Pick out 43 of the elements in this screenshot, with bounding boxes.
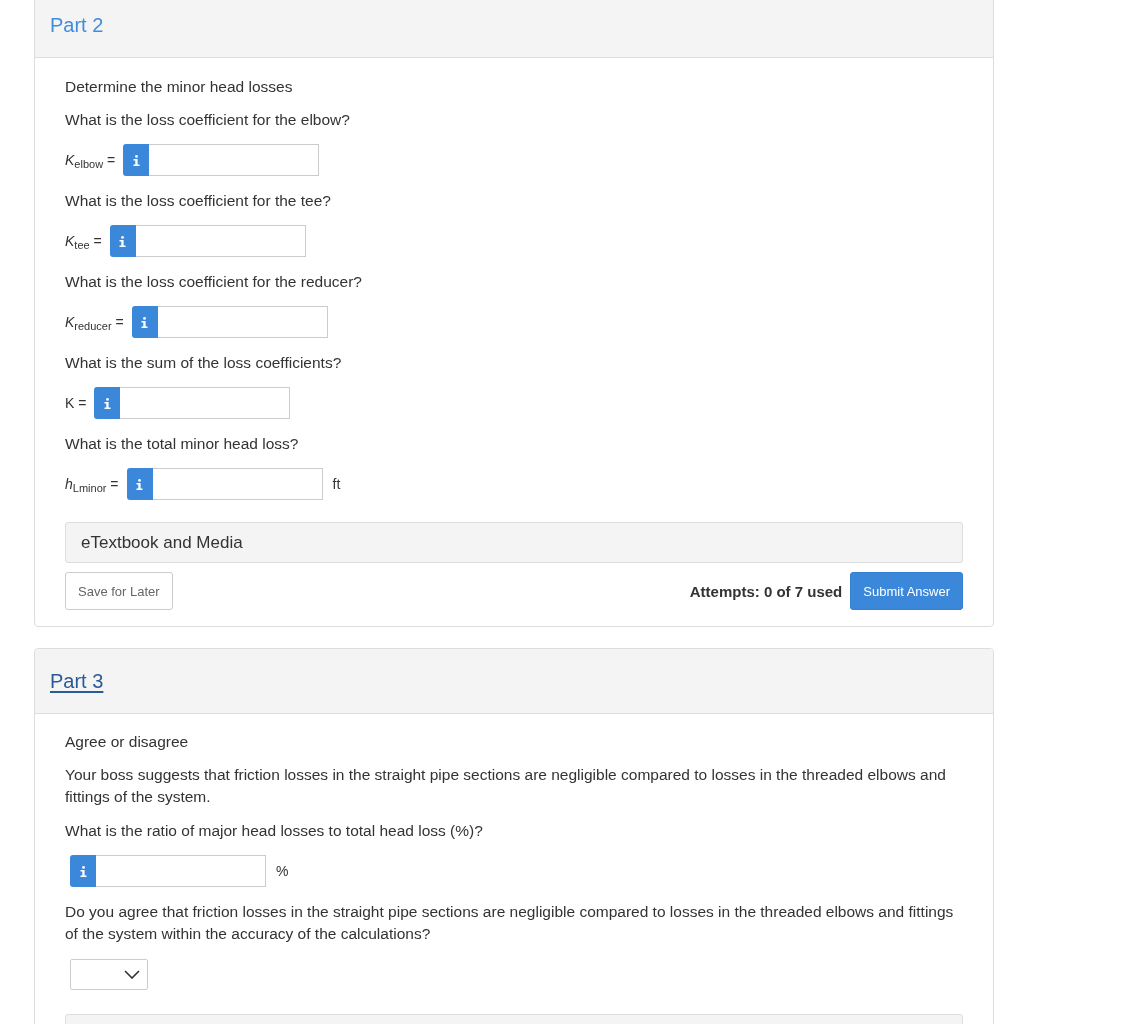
info-button[interactable]: [70, 855, 96, 887]
scenario-text: Your boss suggests that friction losses in the straight pipe sections are negligible compared to losses in the threaded elbows and fittings of the system.: [65, 765, 947, 807]
media-section-header[interactable]: eTextbook and Media: [65, 522, 963, 563]
answer-dropdown[interactable]: [70, 958, 148, 990]
question-text: Do you agree that friction losses in the straight pipe sections are negligible compared to losses in the threaded elbows and fittings of the system within the accuracy of the calculations?: [65, 902, 955, 944]
info-button[interactable]: [109, 225, 136, 257]
instruction-text: Determine the minor head losses: [65, 77, 294, 97]
part-title: Part 2: [50, 13, 104, 37]
save-for-later-button[interactable]: Save for Later: [65, 572, 173, 610]
question-text: What is the ratio of major head losses to total head loss (%)?: [65, 821, 484, 841]
question-text: What is the loss coefficient for the elbow?: [65, 110, 351, 130]
answer-field[interactable]: [135, 225, 306, 257]
info-icon: [136, 478, 143, 490]
part-link[interactable]: Part 3: [50, 669, 104, 693]
attempts-counter: Attempts: 0 of 7 used: [689, 582, 843, 600]
info-icon: [132, 154, 140, 166]
answer-field[interactable]: [96, 855, 266, 887]
variable-label: h$_{Lminor}$ =: [65, 476, 119, 492]
variable-label: K$_{tee}$ =: [65, 233, 102, 249]
unit-label: ft: [332, 476, 341, 492]
variable-label: K$_{reducer}$ =: [65, 314, 124, 330]
unit-label: %: [276, 863, 289, 879]
chevron-icon: [124, 969, 140, 979]
question-text: What is the loss coefficient for the tee?: [65, 191, 332, 211]
info-icon: [79, 865, 87, 877]
answer-field[interactable]: [120, 387, 291, 419]
info-icon: [119, 235, 127, 247]
info-button[interactable]: [126, 468, 153, 500]
variable-label: K =: [65, 395, 87, 411]
question-text: What is the sum of the loss coefficients?: [65, 353, 343, 373]
submit-answer-button[interactable]: Submit Answer: [850, 572, 963, 610]
info-button[interactable]: [123, 144, 150, 176]
question-text: What is the loss coefficient for the reducer?: [65, 272, 363, 292]
instruction-text: Agree or disagree: [65, 732, 190, 752]
info-button[interactable]: [94, 387, 121, 419]
answer-field[interactable]: [157, 306, 328, 338]
variable-label: K$_{elbow}$ =: [65, 152, 116, 168]
answer-field[interactable]: [149, 144, 320, 176]
info-button[interactable]: [131, 306, 158, 338]
answer-field[interactable]: [152, 468, 323, 500]
question-text: What is the total minor head loss?: [65, 434, 300, 454]
info-icon: [103, 397, 111, 409]
info-icon: [141, 316, 149, 328]
